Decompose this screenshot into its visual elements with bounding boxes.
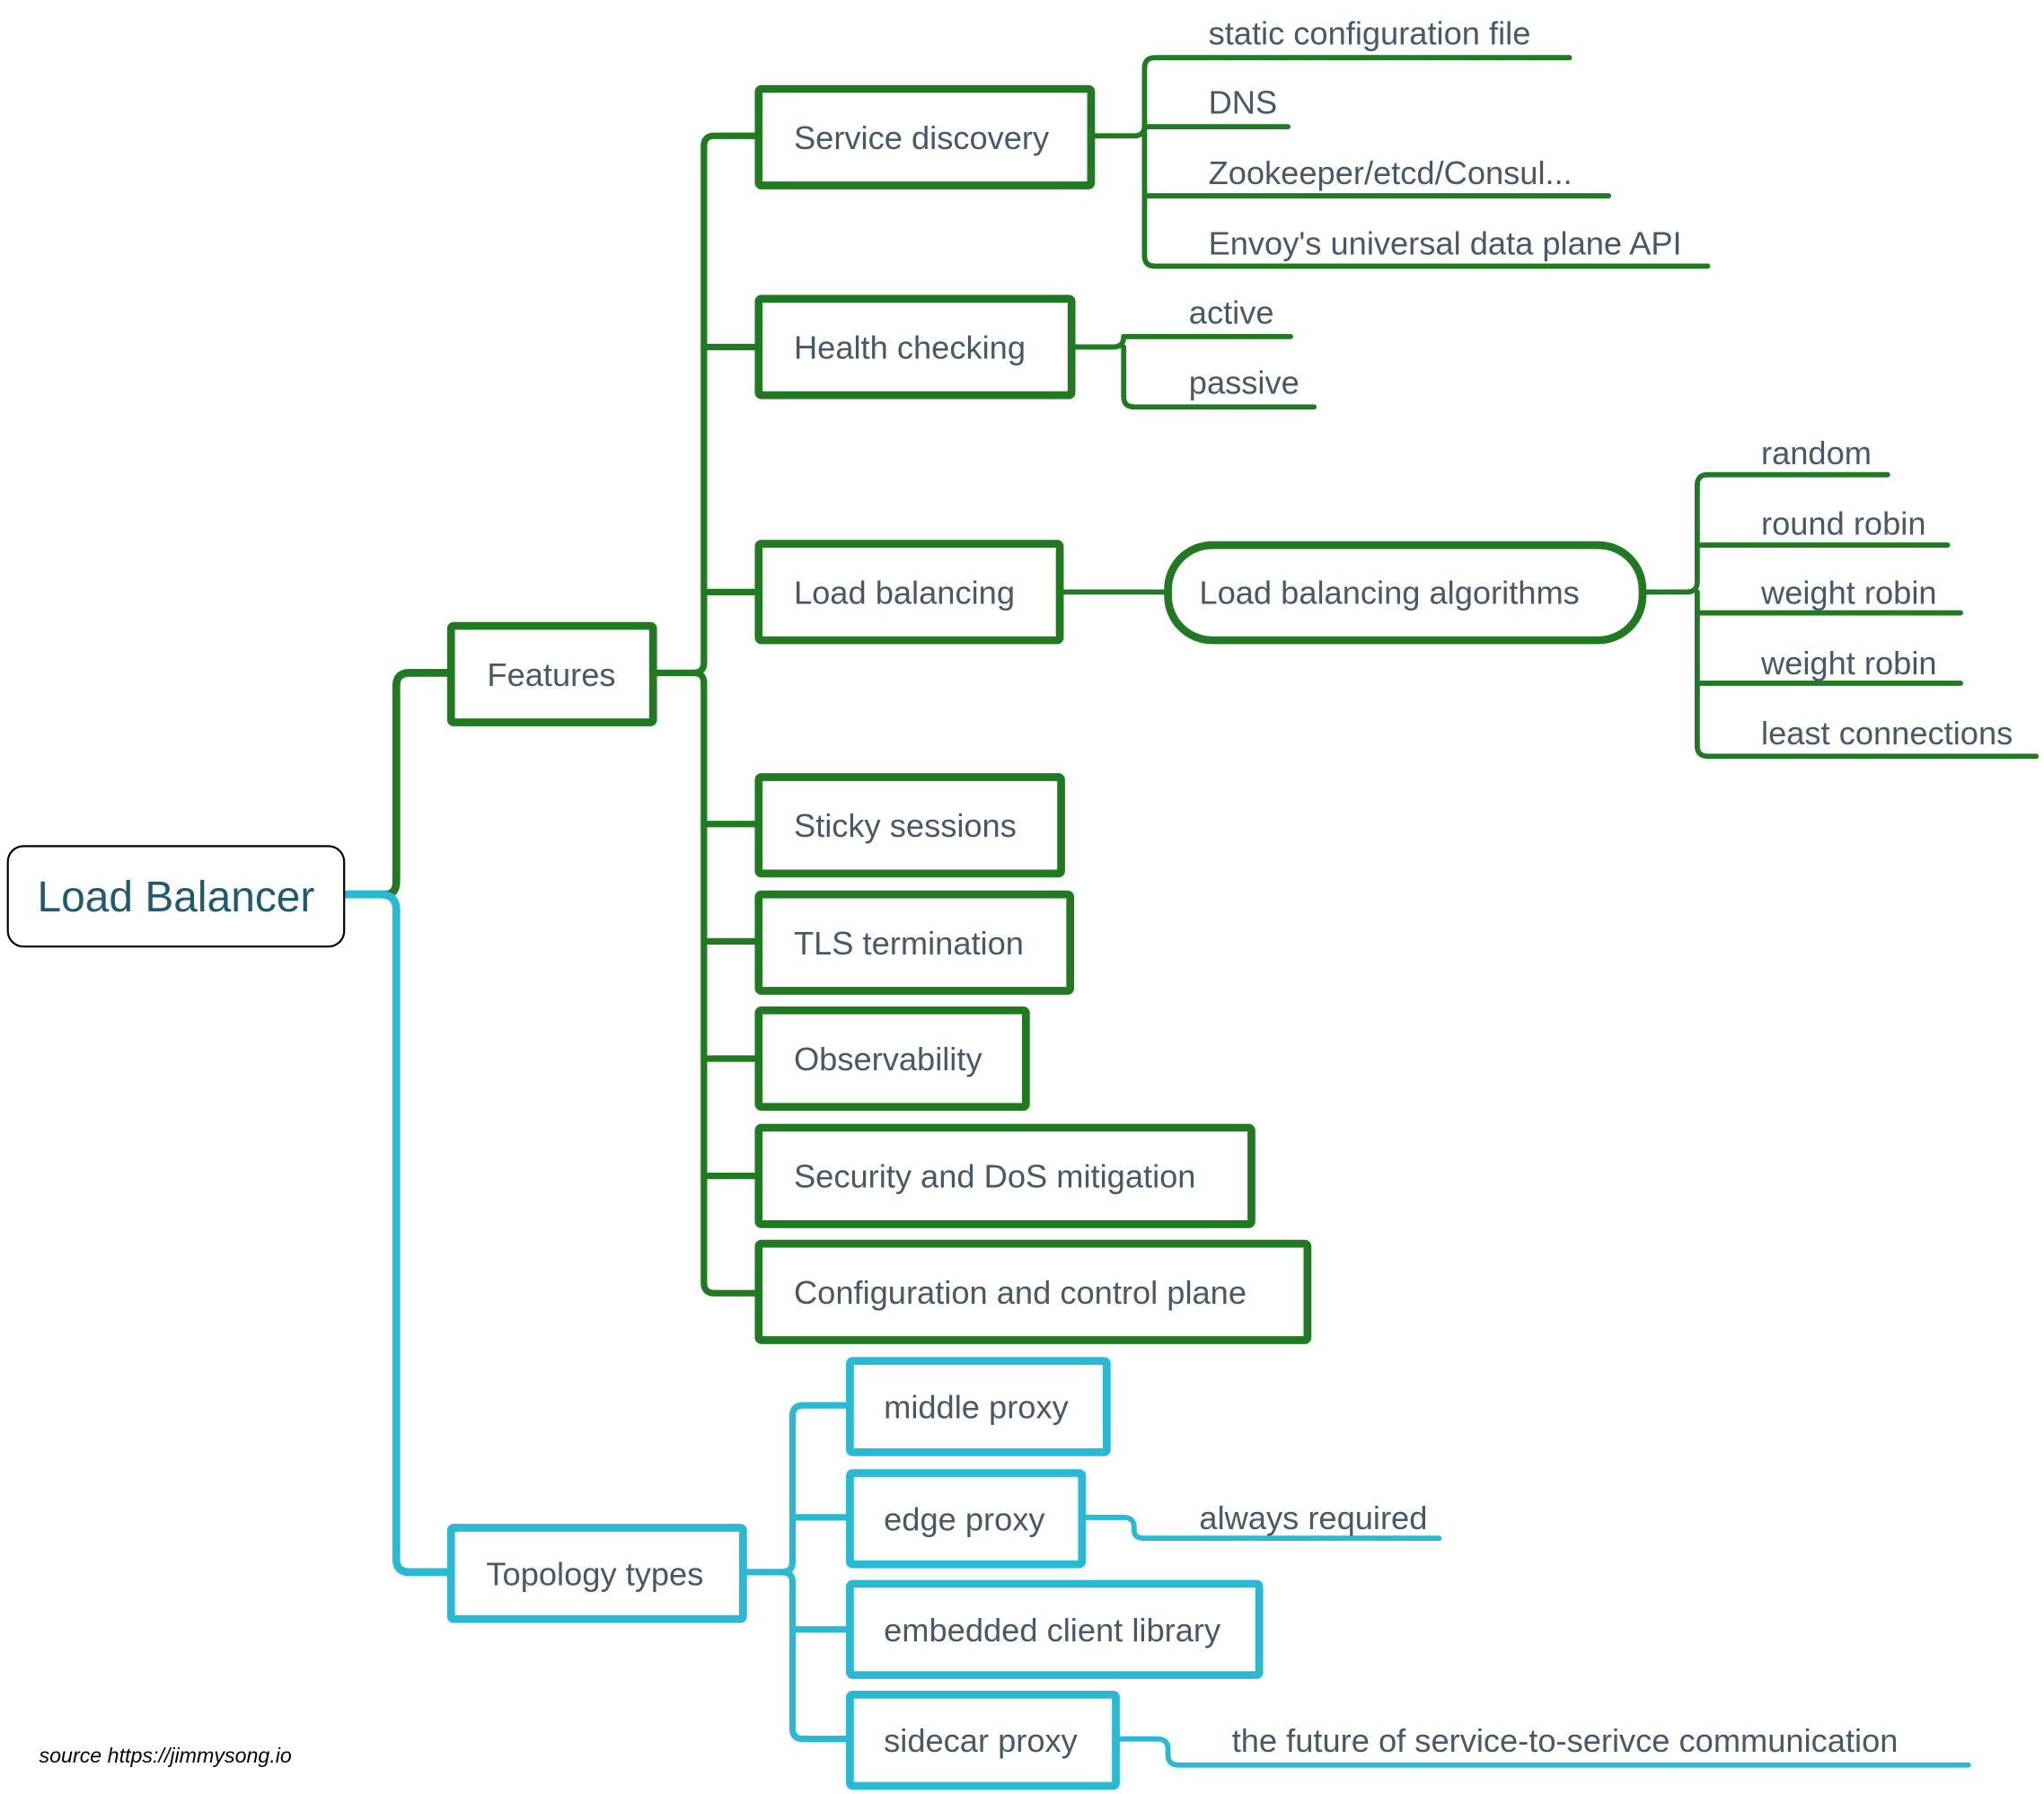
feature-node-sticky-sessions[interactable]: Sticky sessions <box>754 773 1065 878</box>
features-label: Features <box>487 656 615 693</box>
feature-node-security[interactable]: Security and DoS mitigation <box>754 1123 1255 1228</box>
connector-topology-children <box>739 1402 854 1743</box>
feature-label: Sticky sessions <box>794 807 1017 844</box>
leaf-random[interactable]: random <box>1761 435 1872 471</box>
mind-map: Load Balancer Features Service discovery… <box>6 15 2040 1790</box>
feature-label: Health checking <box>794 330 1026 366</box>
feature-label: Observability <box>794 1041 982 1077</box>
connector-root-topology <box>342 890 455 1577</box>
node-load-balancing-algorithms[interactable]: Load balancing algorithms <box>1164 541 1647 645</box>
connector-features-children <box>651 132 762 1297</box>
feature-node-load-balancing[interactable]: Load balancing <box>754 540 1064 645</box>
topology-child-label: middle proxy <box>884 1389 1069 1426</box>
leaf-weight-robin-2[interactable]: weight robin <box>1760 645 1937 682</box>
feature-label: Configuration and control plane <box>794 1274 1247 1311</box>
leaf-static-config[interactable]: static configuration file <box>1209 15 1531 52</box>
leaf-weight-robin-1[interactable]: weight robin <box>1760 574 1937 611</box>
feature-node-tls-termination[interactable]: TLS termination <box>754 890 1075 995</box>
topology-node-sidecar-proxy[interactable]: sidecar proxy <box>846 1690 1120 1790</box>
leaf-round-robin[interactable]: round robin <box>1761 505 1925 541</box>
connector-root-features <box>342 668 455 899</box>
topology-child-label: sidecar proxy <box>884 1722 1079 1759</box>
topology-node-edge-proxy[interactable]: edge proxy <box>846 1469 1087 1569</box>
feature-label: TLS termination <box>794 925 1024 962</box>
features-node[interactable]: Features <box>446 621 657 726</box>
topology-node-embedded-client-library[interactable]: embedded client library <box>846 1579 1264 1679</box>
leaf-zookeeper[interactable]: Zookeeper/etcd/Consul... <box>1209 154 1573 191</box>
feature-label: Load balancing <box>794 574 1015 611</box>
topology-child-label: embedded client library <box>884 1612 1221 1649</box>
root-label: Load Balancer <box>38 874 315 921</box>
leaf-envoy-api[interactable]: Envoy's universal data plane API <box>1209 224 1682 261</box>
topology-child-label: edge proxy <box>884 1500 1045 1537</box>
topology-label: Topology types <box>486 1555 703 1592</box>
feature-node-health-checking[interactable]: Health checking <box>754 295 1076 400</box>
note-sidecar-future[interactable]: the future of service-to-serivce communi… <box>1232 1722 1899 1759</box>
feature-node-configuration[interactable]: Configuration and control plane <box>754 1239 1312 1344</box>
note-always-required[interactable]: always required <box>1199 1499 1427 1536</box>
feature-label: Service discovery <box>794 119 1050 156</box>
source-credit: source https://jimmysong.io <box>40 1744 292 1767</box>
feature-node-service-discovery[interactable]: Service discovery <box>754 84 1096 189</box>
root-node[interactable]: Load Balancer <box>6 845 346 948</box>
algorithms-label: Load balancing algorithms <box>1199 574 1579 611</box>
leaf-active[interactable]: active <box>1189 294 1274 330</box>
feature-node-observability[interactable]: Observability <box>754 1006 1030 1112</box>
topology-node[interactable]: Topology types <box>446 1524 747 1623</box>
leaf-least-connections[interactable]: least connections <box>1761 715 2013 752</box>
topology-node-middle-proxy[interactable]: middle proxy <box>846 1357 1111 1456</box>
feature-label: Security and DoS mitigation <box>794 1158 1196 1195</box>
leaf-passive[interactable]: passive <box>1189 365 1300 401</box>
leaf-dns[interactable]: DNS <box>1209 84 1278 121</box>
